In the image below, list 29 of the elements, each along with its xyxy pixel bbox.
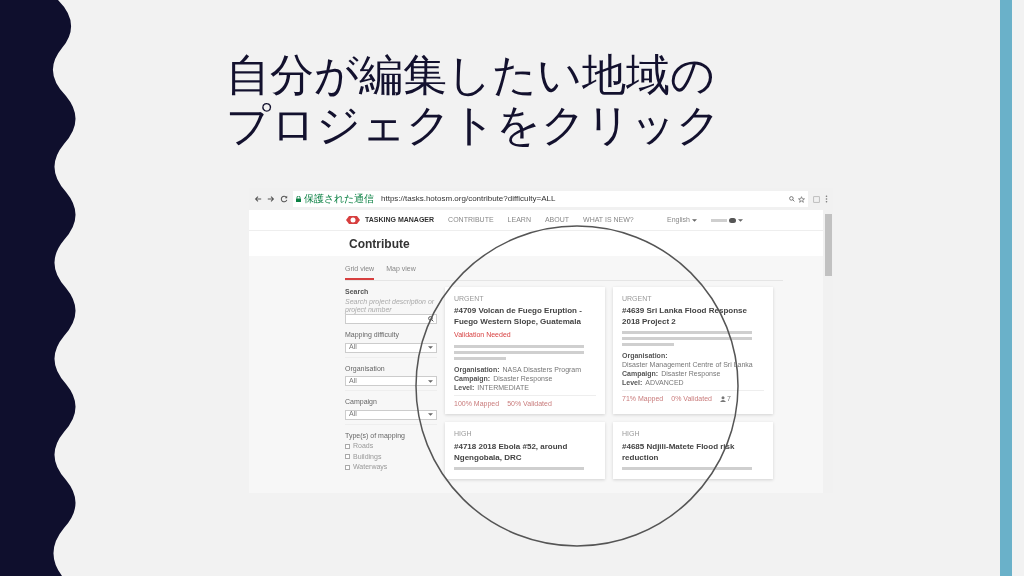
page-title: Contribute <box>349 235 410 253</box>
caret-icon <box>428 346 433 349</box>
project-title: #4718 2018 Ebola #52, around Ngengobala, DRC <box>454 440 569 463</box>
caret-icon <box>428 379 433 383</box>
zoom-icon <box>789 196 795 202</box>
user-menu[interactable] <box>711 217 743 223</box>
caret-icon <box>428 413 433 416</box>
blurred-text-drawing <box>711 218 727 222</box>
back-icon[interactable] <box>254 195 262 203</box>
person-icon <box>720 396 726 403</box>
reload-icon[interactable] <box>280 195 288 203</box>
caret-icon <box>692 218 697 222</box>
security-label: 保護された通信 <box>304 194 374 204</box>
project-title: #4709 Volcan de Fuego Eruption - Fuego Western Slope, Guatemala <box>454 305 583 327</box>
caret-icon <box>738 218 743 222</box>
checkbox[interactable] <box>345 464 350 470</box>
forward-icon[interactable] <box>267 195 275 203</box>
slide-title: プロジェクトをクリック <box>226 100 722 150</box>
notification-badge <box>729 217 736 223</box>
checkbox[interactable] <box>345 454 350 460</box>
lock-icon <box>296 196 301 202</box>
checkbox[interactable] <box>345 443 350 449</box>
logo-icon <box>345 215 361 225</box>
slide-title: 自分が編集したい地域の <box>226 50 716 100</box>
star-icon[interactable] <box>798 195 805 203</box>
url-text: https://tasks.hotosm.org/contribute?difficulty=ALL <box>381 193 556 205</box>
address-bar[interactable]: 保護された通信 https://tasks.hotosm.org/contribute?difficulty=ALL <box>293 191 808 207</box>
more-icon[interactable] <box>825 195 828 203</box>
search-icon <box>428 316 434 322</box>
